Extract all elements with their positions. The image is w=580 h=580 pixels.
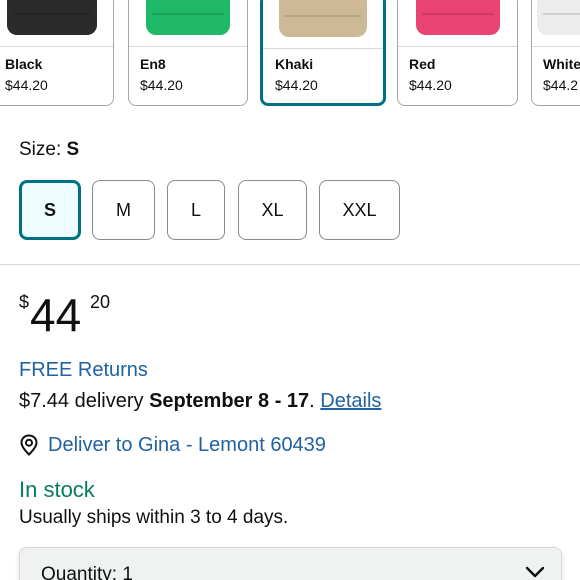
swatch-name: White: [543, 56, 580, 72]
size-option-l[interactable]: L: [167, 180, 225, 240]
delivery-separator: .: [309, 390, 315, 412]
shipping-note: Usually ships within 3 to 4 days.: [19, 507, 289, 528]
delivery-info: $7.44 delivery September 8 - 17. Details: [19, 390, 381, 413]
swatch-name: En8: [140, 56, 166, 72]
color-swatch-white[interactable]: White $44.2: [531, 0, 580, 106]
color-swatch-red[interactable]: Red $44.20: [397, 0, 518, 106]
delivery-price: $7.44 delivery: [19, 390, 144, 412]
swatch-price: $44.20: [140, 77, 183, 93]
price-fraction: 20: [90, 292, 111, 312]
swatch-name: Khaki: [275, 56, 314, 72]
swatch-image: [398, 0, 517, 47]
size-option-xxl[interactable]: XXL: [319, 180, 400, 240]
swatch-price: $44.2: [543, 77, 579, 93]
stock-status: In stock: [19, 477, 95, 502]
free-returns-link[interactable]: FREE Returns: [19, 359, 148, 382]
color-swatch-en8[interactable]: En8 $44.20: [128, 0, 248, 106]
swatch-image: [532, 0, 580, 47]
swatch-image: [129, 0, 247, 47]
color-swatch-black[interactable]: Black $44.20: [0, 0, 114, 106]
size-option-s[interactable]: S: [19, 180, 81, 240]
deliver-to-text: Deliver to Gina - Lemont 60439: [48, 433, 326, 456]
selected-size-value: S: [66, 139, 80, 160]
size-label-text: Size:: [19, 139, 62, 160]
price-currency-symbol: $: [19, 292, 30, 312]
swatch-name: Black: [5, 56, 43, 72]
quantity-label: Quantity: 1: [41, 564, 133, 580]
section-divider: [0, 264, 580, 265]
chevron-down-icon: [525, 566, 545, 578]
size-label: Size: S: [19, 139, 79, 161]
swatch-name: Red: [409, 56, 436, 72]
swatch-price: $44.20: [5, 77, 48, 93]
delivery-dates: September 8 - 17: [149, 390, 310, 412]
price-whole: 44: [30, 289, 82, 341]
location-pin-icon: [20, 434, 38, 456]
delivery-details-link[interactable]: Details: [320, 390, 381, 412]
swatch-price: $44.20: [275, 77, 318, 93]
color-swatch-khaki[interactable]: Khaki $44.20: [260, 0, 386, 106]
quantity-dropdown[interactable]: Quantity: 1: [19, 547, 562, 580]
swatch-image: [263, 0, 383, 49]
size-option-m[interactable]: M: [92, 180, 155, 240]
color-swatch-carousel: Black $44.20 En8 $44.20 Khaki $44.20 Red…: [0, 0, 580, 112]
size-option-xl[interactable]: XL: [238, 180, 307, 240]
swatch-price: $44.20: [409, 77, 452, 93]
swatch-image: [0, 0, 113, 47]
deliver-to-link[interactable]: Deliver to Gina - Lemont 60439: [19, 432, 326, 458]
